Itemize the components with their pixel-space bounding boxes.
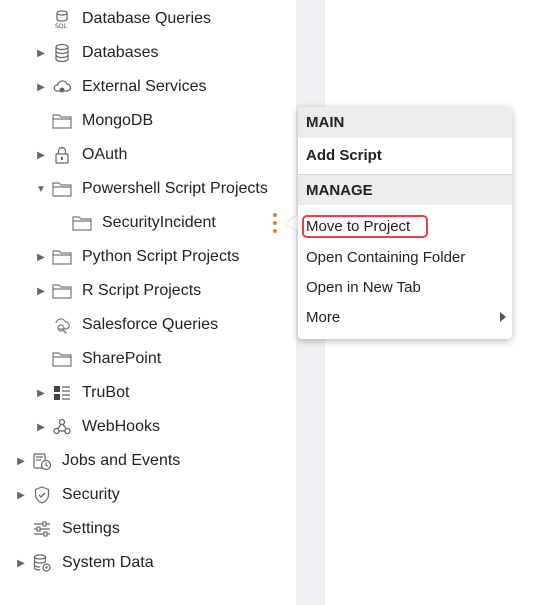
tree-item-label: MongoDB <box>82 112 154 129</box>
system-data-icon <box>32 553 52 573</box>
shield-icon <box>32 485 52 505</box>
tree-item-label: Settings <box>62 520 120 537</box>
submenu-arrow-icon <box>500 312 506 322</box>
menu-section-main: MAIN <box>298 107 512 138</box>
tree-item-label: Database Queries <box>82 10 211 27</box>
menu-section-manage: MANAGE <box>298 174 512 205</box>
tree-item-label: Jobs and Events <box>62 452 181 469</box>
folder-icon <box>52 349 72 369</box>
folder-icon <box>52 179 72 199</box>
more-label: More <box>306 308 341 326</box>
query-icon <box>52 315 72 335</box>
tree-item-label: Salesforce Queries <box>82 316 219 333</box>
tree-item-mongodb[interactable]: MongoDB <box>0 104 296 138</box>
item-options-kebab-icon[interactable] <box>270 211 280 235</box>
expand-arrow-icon[interactable]: ▶ <box>36 47 46 59</box>
expand-arrow-icon[interactable]: ▶ <box>36 387 46 399</box>
lock-icon <box>52 145 72 165</box>
tree-item-label: SharePoint <box>82 350 162 367</box>
tree-item-webhooks[interactable]: ▶ WebHooks <box>0 410 296 444</box>
tree-item-label: R Script Projects <box>82 282 202 299</box>
tree-item-trubot[interactable]: ▶ TruBot <box>0 376 296 410</box>
kebab-dot <box>273 229 277 233</box>
context-menu-pointer <box>286 215 298 231</box>
tree-item-powershell-script-projects[interactable]: ▼ Powershell Script Projects <box>0 172 296 206</box>
sql-icon: SQL <box>52 9 72 29</box>
tree-item-external-services[interactable]: ▶ External Services <box>0 70 296 104</box>
tree-item-label: TruBot <box>82 384 130 401</box>
tree-item-label: SecurityIncident <box>102 214 216 231</box>
tree-item-label: Powershell Script Projects <box>82 180 268 197</box>
tree-item-jobs-and-events[interactable]: ▶ Jobs and Events <box>0 444 296 478</box>
navigation-tree: SQL Database Queries ▶ Databases ▶ Exter… <box>0 0 296 605</box>
tree-item-oauth[interactable]: ▶ OAuth <box>0 138 296 172</box>
sliders-icon <box>32 519 52 539</box>
folder-icon <box>52 281 72 301</box>
tree-item-system-data[interactable]: ▶ System Data <box>0 546 296 580</box>
tree-item-r-script-projects[interactable]: ▶ R Script Projects <box>0 274 296 308</box>
trubot-icon <box>52 383 72 403</box>
tree-item-settings[interactable]: Settings <box>0 512 296 546</box>
tree-item-label: External Services <box>82 78 207 95</box>
tree-item-securityincident[interactable]: SecurityIncident <box>0 206 296 240</box>
webhook-icon <box>52 417 72 437</box>
open-containing-folder-menu-item[interactable]: Open Containing Folder <box>298 242 512 272</box>
add-script-menu-item[interactable]: Add Script <box>298 138 512 173</box>
folder-icon <box>52 247 72 267</box>
expand-arrow-icon[interactable]: ▶ <box>16 557 26 569</box>
tree-item-sharepoint[interactable]: SharePoint <box>0 342 296 376</box>
tree-item-label: Security <box>62 486 120 503</box>
move-to-project-menu-item[interactable]: Move to Project <box>298 211 512 241</box>
folder-icon <box>52 111 72 131</box>
expand-arrow-icon[interactable]: ▶ <box>36 421 46 433</box>
expand-arrow-icon[interactable]: ▶ <box>16 489 26 501</box>
database-icon <box>52 43 72 63</box>
tree-item-label: OAuth <box>82 146 128 163</box>
tree-item-security[interactable]: ▶ Security <box>0 478 296 512</box>
tree-item-database-queries[interactable]: SQL Database Queries <box>0 2 296 36</box>
kebab-dot <box>273 213 277 217</box>
more-menu-item[interactable]: More <box>298 302 512 332</box>
cloud-icon <box>52 77 72 97</box>
tree-item-salesforce-queries[interactable]: Salesforce Queries <box>0 308 296 342</box>
tree-item-python-script-projects[interactable]: ▶ Python Script Projects <box>0 240 296 274</box>
tree-item-label: WebHooks <box>82 418 160 435</box>
folder-icon <box>72 213 92 233</box>
collapse-arrow-icon[interactable]: ▼ <box>36 183 46 195</box>
tree-item-databases[interactable]: ▶ Databases <box>0 36 296 70</box>
tree-item-label: Python Script Projects <box>82 248 240 265</box>
expand-arrow-icon[interactable]: ▶ <box>36 81 46 93</box>
context-menu: MAIN Add Script MANAGE Move to Project O… <box>298 107 512 339</box>
kebab-dot <box>273 221 277 225</box>
expand-arrow-icon[interactable]: ▶ <box>36 149 46 161</box>
tree-item-label: Databases <box>82 44 159 61</box>
expand-arrow-icon[interactable]: ▶ <box>36 251 46 263</box>
jobs-events-icon <box>32 451 52 471</box>
svg-text:SQL: SQL <box>55 23 68 29</box>
tree-item-label: System Data <box>62 554 154 571</box>
expand-arrow-icon[interactable]: ▶ <box>16 455 26 467</box>
expand-arrow-icon[interactable]: ▶ <box>36 285 46 297</box>
open-in-new-tab-menu-item[interactable]: Open in New Tab <box>298 272 512 302</box>
